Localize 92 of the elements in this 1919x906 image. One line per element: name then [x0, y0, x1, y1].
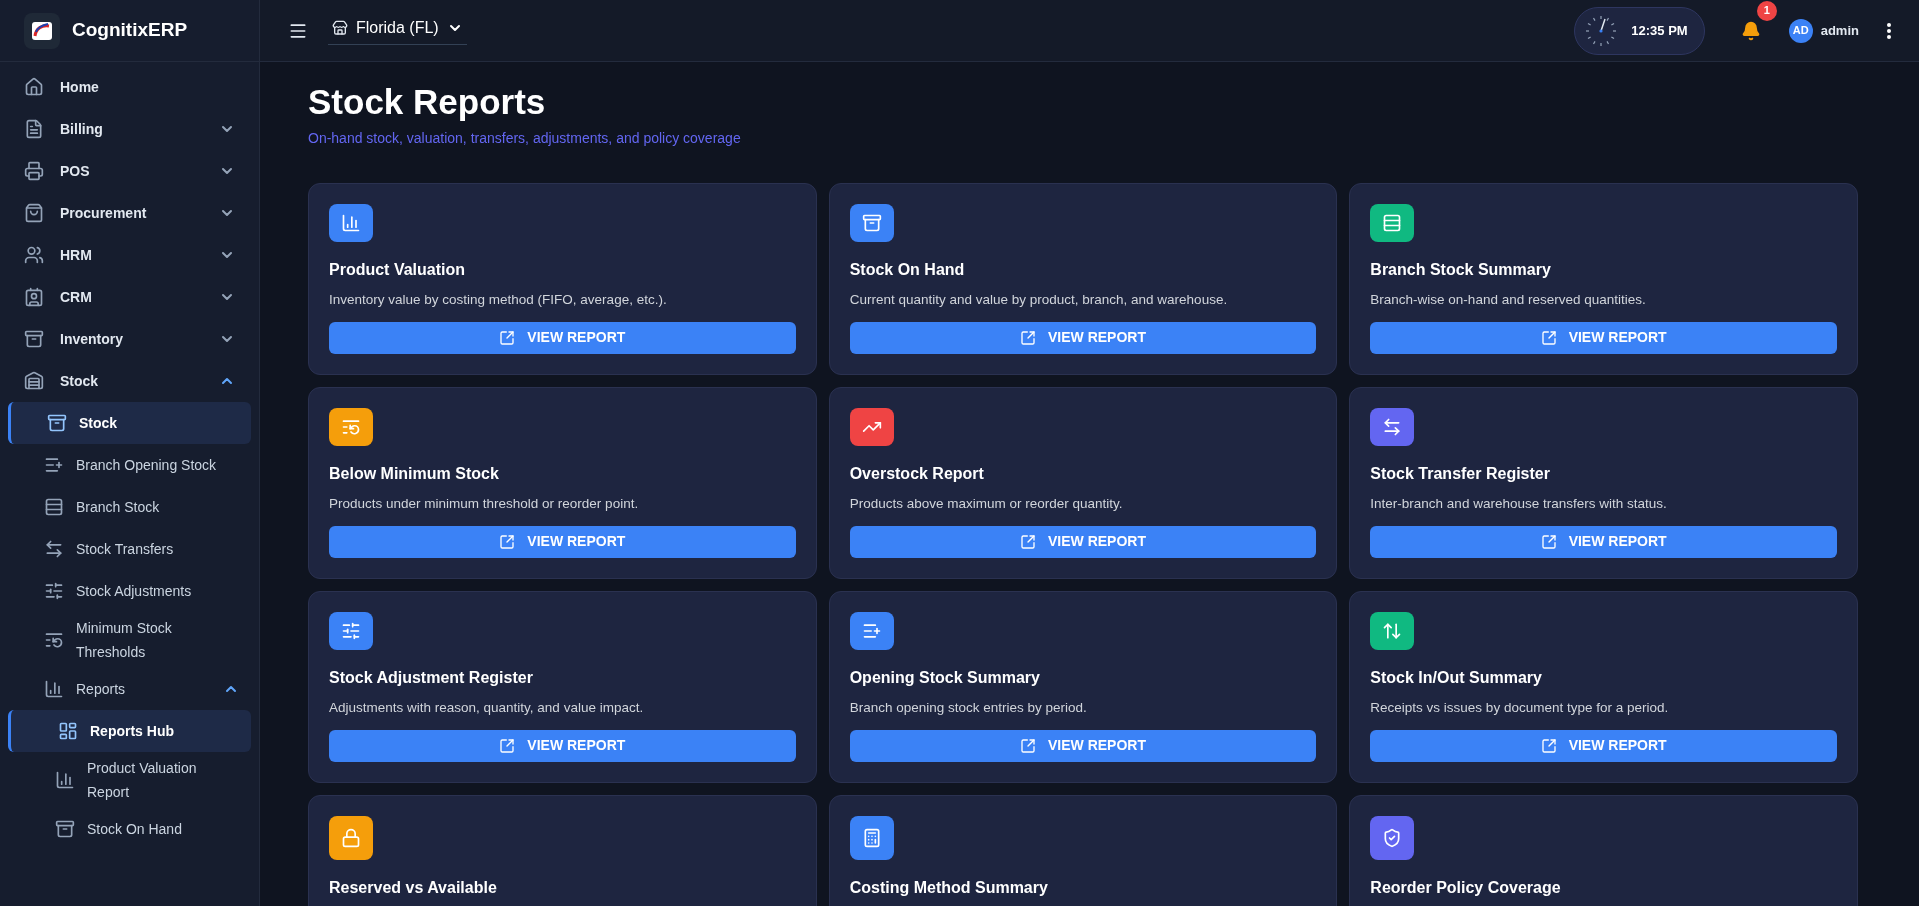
external-link-icon [1020, 533, 1036, 550]
archive-icon [861, 212, 882, 233]
report-title: Reserved vs Available [329, 877, 498, 898]
sidebar-item[interactable]: Reports [8, 668, 251, 710]
report-title: Stock On Hand [849, 259, 966, 280]
bell-icon [1740, 20, 1761, 41]
lock-icon [341, 827, 361, 848]
report-title: Stock In/Out Summary [1370, 667, 1543, 688]
bag-icon [24, 203, 44, 223]
more-options-icon [1887, 22, 1891, 39]
sidebar-item[interactable]: Reports Hub [8, 710, 251, 752]
view-report-button[interactable]: VIEW REPORT [1370, 729, 1837, 762]
branch-selector[interactable]: Florida (FL) [328, 16, 467, 45]
external-link-icon [499, 737, 516, 754]
sidebar-item[interactable]: POS [0, 150, 259, 192]
report-title: Product Valuation [329, 259, 466, 280]
sliders-icon [44, 581, 64, 601]
sidebar-item[interactable]: Stock [8, 402, 251, 444]
view-report-button[interactable]: VIEW REPORT [849, 729, 1317, 762]
view-report-button[interactable]: VIEW REPORT [1370, 525, 1837, 558]
view-report-button[interactable]: VIEW REPORT [329, 729, 796, 762]
list-icon [44, 630, 64, 650]
notification-badge: 1 [1756, 0, 1777, 21]
report-title: Branch Stock Summary [1370, 259, 1552, 280]
report-description: Products under minimum threshold or reorder point. [329, 494, 640, 513]
home-icon [24, 77, 44, 97]
sidebar-item[interactable]: Stock [0, 360, 259, 402]
sidebar-item[interactable]: Branch Stock [8, 486, 251, 528]
report-description: Inter-branch and warehouse transfers with status. [1370, 494, 1668, 513]
sidebar-item[interactable]: Minimum Stock Thresholds [8, 612, 251, 668]
shield-icon [1382, 827, 1403, 848]
sidebar-item[interactable]: HRM [0, 234, 259, 276]
bar-chart-icon [55, 770, 75, 790]
rows-icon [1382, 212, 1403, 233]
page-title: Stock Reports [308, 81, 547, 123]
report-description: Adjustments with reason, quantity, and value impact. [329, 698, 645, 717]
sidebar-item[interactable]: Branch Opening Stock [8, 444, 251, 486]
external-link-icon [1540, 533, 1557, 550]
view-report-button[interactable]: VIEW REPORT [329, 525, 796, 558]
bar-chart-icon [341, 212, 361, 233]
report-description: Receipts vs issues by document type for a period. [1370, 698, 1670, 717]
external-link-icon [1540, 737, 1557, 754]
external-link-icon [1020, 329, 1036, 346]
view-report-button[interactable]: VIEW REPORT [849, 321, 1317, 354]
user-name[interactable]: admin [1820, 20, 1859, 41]
list-plus-icon [44, 455, 64, 475]
report-title: Overstock Report [849, 463, 985, 484]
page-subtitle: On-hand stock, valuation, transfers, adjustments, and policy coverage [308, 128, 742, 148]
report-title: Stock Transfer Register [1370, 463, 1551, 484]
sidebar-item[interactable]: Procurement [0, 192, 259, 234]
report-title: Reorder Policy Coverage [1370, 877, 1562, 898]
report-description: Current quantity and value by product, branch, and warehouse. [849, 290, 1229, 309]
report-title: Stock Adjustment Register [329, 667, 534, 688]
arrows-icon [44, 539, 64, 559]
archive-icon [24, 329, 44, 349]
warehouse-icon [24, 371, 44, 391]
people-icon [24, 245, 44, 265]
sliders-icon [341, 620, 361, 641]
view-report-button[interactable]: VIEW REPORT [1370, 321, 1837, 354]
external-link-icon [1020, 737, 1036, 754]
archive-icon [47, 413, 67, 433]
rows-icon [44, 497, 64, 517]
brand-name: CognitixERP [72, 18, 188, 43]
external-link-icon [499, 329, 516, 346]
external-link-icon [1540, 329, 1557, 346]
archive-icon [55, 819, 75, 839]
external-link-icon [499, 533, 516, 550]
report-title: Costing Method Summary [849, 877, 1049, 898]
report-title: Opening Stock Summary [849, 667, 1041, 688]
clock-time: 12:35 PM [1631, 21, 1688, 40]
report-title: Below Minimum Stock [329, 463, 500, 484]
view-report-button[interactable]: VIEW REPORT [329, 321, 796, 354]
dashboard-icon [58, 721, 78, 741]
report-description: Inventory value by costing method (FIFO, average, etc.). [329, 290, 668, 309]
sidebar-item[interactable]: Stock Adjustments [8, 570, 251, 612]
report-description: Products above maximum or reorder quantity. [849, 494, 1124, 513]
avatar[interactable]: AD [1788, 18, 1813, 43]
logo-icon [24, 12, 60, 49]
report-description: Branch opening stock entries by period. [849, 698, 1088, 717]
sidebar-item[interactable]: Product Valuation Report [8, 752, 251, 808]
bar-chart-icon [44, 679, 64, 699]
store-icon [332, 20, 348, 36]
report-description: Branch-wise on-hand and reserved quantities. [1370, 290, 1647, 309]
sidebar-item[interactable]: Home [0, 66, 259, 108]
sidebar-item[interactable]: CRM [0, 276, 259, 318]
sidebar-item[interactable]: Stock On Hand [8, 808, 251, 850]
sidebar-item[interactable]: Billing [0, 108, 259, 150]
contact-card-icon [24, 287, 44, 307]
view-report-button[interactable]: VIEW REPORT [849, 525, 1317, 558]
sidebar-item[interactable]: Stock Transfers [8, 528, 251, 570]
document-icon [24, 119, 44, 139]
sidebar-item[interactable]: Inventory [0, 318, 259, 360]
